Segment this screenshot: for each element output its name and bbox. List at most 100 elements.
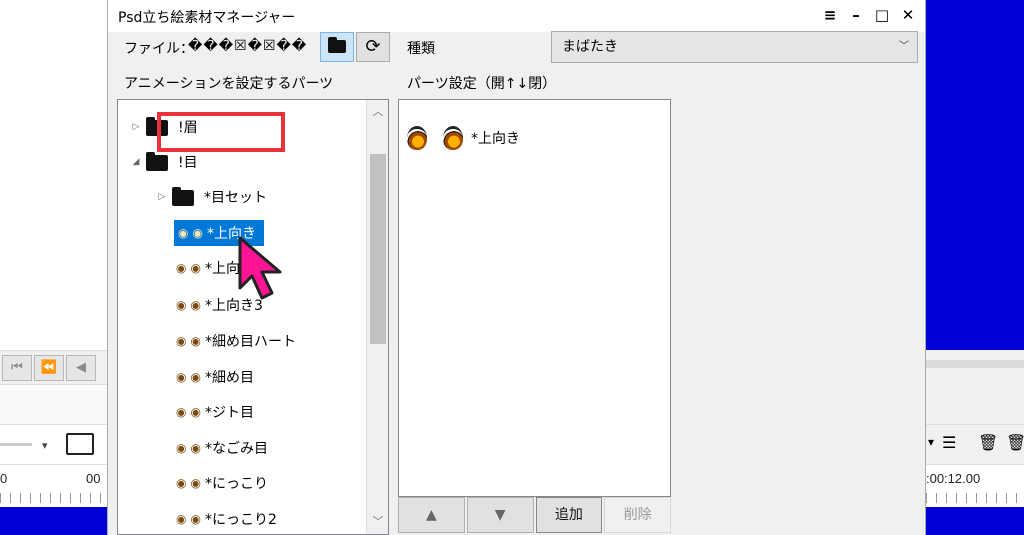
chevron-down-icon[interactable]: ▾ bbox=[42, 439, 48, 452]
scroll-down-icon[interactable]: ﹀ bbox=[367, 512, 388, 532]
ruler-label: :00:12.00 bbox=[926, 471, 981, 486]
align-icon[interactable]: ☰ bbox=[942, 433, 956, 452]
add-button[interactable]: 追加 bbox=[535, 497, 603, 533]
eye-thumbnail-icon: ◉ bbox=[176, 441, 187, 455]
tree-item[interactable]: ◉ ◉ *細め目ハート bbox=[176, 326, 296, 356]
title-bar[interactable]: Psd立ち絵素材マネージャー ≡ – □ ✕ bbox=[108, 0, 925, 32]
collapse-icon[interactable]: ◢ bbox=[126, 157, 146, 167]
maximize-icon[interactable]: □ bbox=[871, 4, 893, 26]
eye-thumbnail-icon: ◉ bbox=[190, 261, 201, 275]
psd-manager-window: Psd立ち絵素材マネージャー ≡ – □ ✕ ファイル： ���☒�☒�� ⟳ … bbox=[107, 0, 926, 535]
file-label: ファイル： bbox=[124, 41, 194, 57]
trash-icon[interactable]: 🗑 bbox=[978, 433, 998, 452]
eye-thumbnail-icon: ◉ bbox=[190, 405, 201, 419]
timeline-ruler: 0 00 bbox=[0, 464, 107, 507]
eye-thumbnail-icon: ◉ bbox=[190, 370, 201, 384]
eye-thumbnail-icon: ◉ bbox=[190, 512, 201, 526]
eye-thumbnail-icon: ◉ bbox=[176, 405, 187, 419]
trash-all-icon[interactable]: 🗑 bbox=[1006, 433, 1024, 452]
tree-scrollbar[interactable]: ︿ ﹀ bbox=[366, 100, 388, 534]
tree-node-label: *目セット bbox=[204, 190, 267, 206]
prev-frame-button[interactable]: ◀ bbox=[66, 355, 96, 381]
pointer-cursor-icon bbox=[238, 236, 282, 300]
eye-thumbnail-icon: ◉ bbox=[176, 370, 187, 384]
move-down-button[interactable]: ▼ bbox=[466, 497, 534, 533]
expand-icon[interactable]: ▷ bbox=[152, 192, 172, 202]
chevron-down-icon: ﹀ bbox=[899, 41, 909, 52]
timeline-toolbar: ▾ bbox=[0, 424, 107, 464]
reload-icon: ⟳ bbox=[365, 36, 381, 57]
reload-button[interactable]: ⟳ bbox=[356, 32, 390, 62]
tree-node-label: *細め目ハート bbox=[204, 334, 296, 350]
background-preview bbox=[0, 507, 110, 535]
expand-icon[interactable]: ▷ bbox=[126, 122, 146, 132]
tree-item[interactable]: ◉ ◉ *にっこり bbox=[176, 468, 268, 498]
tree-node-label: *上向 bbox=[204, 261, 240, 277]
delete-button[interactable]: 削除 bbox=[604, 497, 671, 533]
timeline-scrollbar[interactable] bbox=[926, 360, 1024, 368]
list-item[interactable]: *上向き bbox=[407, 126, 520, 150]
tree-node-label: *にっこり bbox=[204, 476, 268, 492]
background-preview bbox=[926, 0, 1024, 350]
file-name: ���☒�☒�� bbox=[188, 38, 308, 54]
ruler-ticks bbox=[926, 493, 1024, 503]
tree-node-label: *細め目 bbox=[204, 370, 254, 386]
tree-node-label: *ジト目 bbox=[204, 405, 254, 421]
chevron-down-icon[interactable]: ▾ bbox=[928, 435, 934, 449]
transport-bar: ⏮ ⏪ ◀ bbox=[0, 350, 107, 384]
background-preview bbox=[926, 507, 1024, 535]
ruler-label: 00 bbox=[86, 471, 101, 486]
kind-label: 種類 bbox=[407, 41, 435, 57]
first-frame-button[interactable]: ⏮ bbox=[2, 355, 32, 381]
tree-node[interactable]: ▷ *目セット bbox=[152, 182, 267, 212]
comment-icon[interactable] bbox=[66, 433, 94, 455]
folder-icon bbox=[172, 187, 194, 206]
tree-item[interactable]: ◉ ◉ *なごみ目 bbox=[176, 433, 268, 463]
menu-icon[interactable]: ≡ bbox=[819, 4, 841, 26]
timeline-header bbox=[0, 384, 107, 424]
list-item-label: *上向き bbox=[471, 131, 520, 147]
eye-thumbnail-icon: ◉ bbox=[190, 476, 201, 490]
tree-node-label: !目 bbox=[178, 155, 198, 171]
tree-item[interactable]: ◉ ◉ *ジト目 bbox=[176, 397, 254, 427]
eye-thumbnail-icon: ◉ bbox=[176, 261, 187, 275]
eye-thumbnail-icon: ◉ bbox=[176, 298, 187, 312]
tree-item[interactable]: ◉ ◉ *細め目 bbox=[176, 362, 254, 392]
open-folder-button[interactable] bbox=[320, 32, 354, 62]
anim-parts-label: アニメーションを設定するパーツ bbox=[124, 76, 334, 92]
eye-thumbnail-icon bbox=[407, 126, 427, 150]
eye-thumbnail-icon: ◉ bbox=[176, 512, 187, 526]
close-icon[interactable]: ✕ bbox=[897, 4, 919, 26]
parts-tree[interactable]: ▷ !眉 ◢ !目 ▷ *目セット ◉ ◉ *上向き ◉ ◉ *上向 ◉ ◉ *… bbox=[117, 99, 389, 535]
parts-setting-label: パーツ設定（開↑↓閉） bbox=[407, 76, 557, 92]
eye-thumbnail-icon bbox=[443, 126, 463, 150]
prev-keyframe-button[interactable]: ⏪ bbox=[34, 355, 64, 381]
eye-thumbnail-icon: ◉ bbox=[190, 298, 201, 312]
timeline-toolbar: ▾ ☰ 🗑 🗑 bbox=[926, 424, 1024, 464]
scroll-thumb[interactable] bbox=[370, 154, 386, 344]
eye-thumbnail-icon: ◉ bbox=[178, 226, 189, 240]
zoom-slider[interactable] bbox=[0, 443, 32, 446]
eye-thumbnail-icon: ◉ bbox=[176, 476, 187, 490]
parts-list[interactable]: *上向き bbox=[398, 99, 671, 497]
parts-button-row: ▲ ▼ 追加 削除 bbox=[398, 497, 671, 535]
highlight-box bbox=[157, 112, 285, 152]
timeline-ruler: :00:12.00 bbox=[926, 464, 1024, 507]
eye-thumbnail-icon: ◉ bbox=[190, 334, 201, 348]
folder-icon bbox=[328, 37, 346, 53]
tree-item[interactable]: ◉ ◉ *上向 bbox=[176, 253, 240, 283]
scroll-up-icon[interactable]: ︿ bbox=[367, 102, 388, 122]
ruler-ticks bbox=[0, 493, 107, 503]
minimize-icon[interactable]: – bbox=[845, 4, 867, 26]
eye-thumbnail-icon: ◉ bbox=[176, 334, 187, 348]
move-up-button[interactable]: ▲ bbox=[398, 497, 465, 533]
tree-item[interactable]: ◉ ◉ *にっこり2 bbox=[176, 504, 277, 534]
kind-select-value: まばたき bbox=[562, 39, 618, 55]
eye-thumbnail-icon: ◉ bbox=[190, 441, 201, 455]
ruler-label: 0 bbox=[0, 471, 8, 486]
window-title: Psd立ち絵素材マネージャー bbox=[118, 10, 296, 26]
tree-node-label: *なごみ目 bbox=[204, 441, 268, 457]
tree-node-label: *にっこり2 bbox=[204, 512, 277, 528]
kind-select[interactable]: まばたき ﹀ bbox=[551, 31, 918, 63]
folder-icon bbox=[146, 152, 168, 171]
